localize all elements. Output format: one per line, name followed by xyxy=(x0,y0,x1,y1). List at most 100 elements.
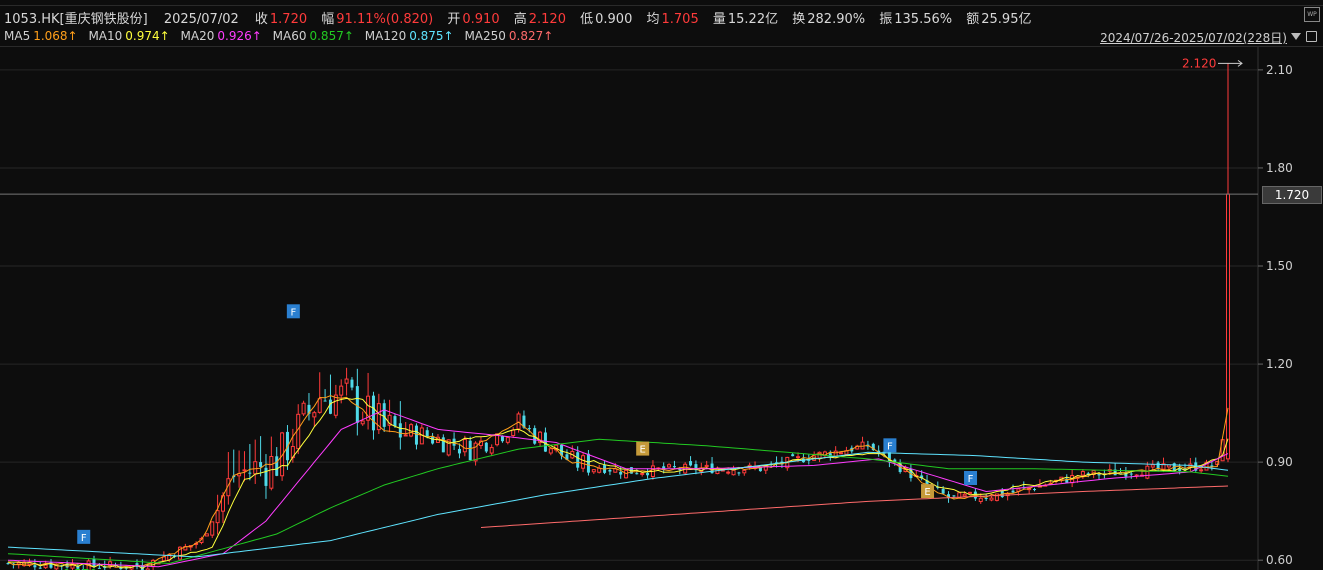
turnover-label: 换 xyxy=(792,12,806,27)
wp-icon[interactable]: WP xyxy=(1304,7,1320,22)
avg-label: 均 xyxy=(646,12,660,27)
candle-body xyxy=(33,565,37,568)
candle-body xyxy=(1033,489,1037,491)
candle-body xyxy=(505,437,510,443)
change-label: 幅 xyxy=(321,12,335,27)
candle-body xyxy=(984,498,988,500)
candle-body xyxy=(242,469,247,472)
candle-body xyxy=(791,454,795,457)
candle-body xyxy=(1178,468,1182,471)
candle-body xyxy=(576,452,580,468)
ma120-value: 0.875↑ xyxy=(409,29,454,43)
candle-body xyxy=(215,510,220,524)
candle-body xyxy=(414,425,418,445)
candle-body xyxy=(640,472,645,475)
candle-body xyxy=(489,447,494,454)
candle-body xyxy=(1156,462,1160,469)
amount-label: 额 xyxy=(966,12,980,27)
event-marker-label: E xyxy=(640,445,646,456)
candle-body xyxy=(989,497,994,501)
candle-body xyxy=(608,469,612,472)
candle-body xyxy=(301,402,306,415)
candle-body xyxy=(457,448,461,454)
candle-body xyxy=(543,432,547,452)
candlestick-chart[interactable]: 2.101.801.501.200.900.60 2.1200.570 FFEF… xyxy=(0,47,1323,570)
grid-lines xyxy=(0,69,1258,561)
amplitude-value: 135.56% xyxy=(894,12,953,27)
ma250-value: 0.827↑ xyxy=(508,29,554,43)
candle-body xyxy=(978,497,983,502)
candle-body xyxy=(962,493,967,497)
symbol-name[interactable]: 1053.HK[重庆钢铁股份] xyxy=(4,12,148,27)
y-tick-label: 0.60 xyxy=(1266,553,1293,567)
ma250-line xyxy=(480,485,1229,528)
candle-body xyxy=(398,423,402,438)
y-tick-label: 1.80 xyxy=(1266,161,1293,175)
ma20-value: 0.926↑ xyxy=(217,29,262,43)
candle-body xyxy=(43,564,48,569)
candle-body xyxy=(253,461,258,475)
annotations-layer: 2.1200.570 xyxy=(63,56,1243,570)
turnover-value: 282.90% xyxy=(807,12,866,27)
lock-icon[interactable] xyxy=(1306,31,1317,42)
candle-body xyxy=(941,488,945,494)
candle-body xyxy=(689,461,693,466)
candle-body xyxy=(742,469,747,474)
candle-body xyxy=(484,442,488,452)
candle-body xyxy=(1150,464,1155,468)
candle-body xyxy=(339,385,344,396)
candle-body xyxy=(97,567,101,569)
candle-body xyxy=(500,436,504,442)
ma250-label[interactable]: MA250 xyxy=(464,29,505,43)
candle-body xyxy=(1011,490,1015,493)
candle-body xyxy=(619,471,623,475)
candle-body xyxy=(737,472,741,474)
candle-body xyxy=(527,428,531,430)
volume-label: 量 xyxy=(712,12,726,27)
close-label: 收 xyxy=(254,12,268,27)
candle-body xyxy=(1080,471,1085,476)
ma5-label[interactable]: MA5 xyxy=(4,29,30,43)
candle-body xyxy=(425,430,429,437)
candle-body xyxy=(839,452,844,455)
candle-body xyxy=(468,440,472,461)
candle-body xyxy=(350,379,354,388)
volume-value: 15.22亿 xyxy=(727,12,779,27)
current-price-tag: 1.720 xyxy=(1262,186,1322,204)
dropdown-triangle-icon[interactable] xyxy=(1291,33,1301,40)
ma-legend: MA5 1.068↑ MA10 0.974↑ MA20 0.926↑ MA60 0.85… xyxy=(4,29,556,45)
candle-body xyxy=(323,400,327,402)
candle-body xyxy=(635,473,639,475)
high-price-annotation: 2.120 xyxy=(1182,56,1216,70)
y-tick-label: 1.20 xyxy=(1266,357,1293,371)
low-value: 0.900 xyxy=(595,12,633,27)
open-label: 开 xyxy=(447,12,461,27)
candle-body xyxy=(312,412,317,418)
change-value: 91.11%(0.820) xyxy=(336,12,434,27)
candle-body xyxy=(860,441,865,450)
date-range-selector[interactable]: 2024/07/26-2025/07/02(228日) xyxy=(1100,29,1287,46)
candle-body xyxy=(382,403,386,427)
ma20-label[interactable]: MA20 xyxy=(181,29,215,43)
candle-body xyxy=(360,420,365,425)
candle-body xyxy=(952,495,956,497)
candle-body xyxy=(511,429,516,437)
candle-body xyxy=(259,462,263,467)
toolbar-strip xyxy=(0,0,1323,6)
event-marker-label: E xyxy=(924,487,930,498)
candle-body xyxy=(646,472,650,476)
amplitude-label: 振 xyxy=(879,12,893,27)
candle-body xyxy=(269,455,274,489)
y-tick-label: 0.90 xyxy=(1266,455,1293,469)
ma120-label[interactable]: MA120 xyxy=(365,29,406,43)
candle-body xyxy=(581,455,586,469)
ma5-value: 1.068↑ xyxy=(33,29,78,43)
candle-body xyxy=(731,469,736,476)
candle-body xyxy=(328,399,332,414)
candles-layer xyxy=(6,63,1230,570)
ma10-label[interactable]: MA10 xyxy=(88,29,122,43)
ma60-label[interactable]: MA60 xyxy=(273,29,307,43)
event-marker-label: F xyxy=(887,441,893,452)
candle-body xyxy=(92,558,96,567)
candle-body xyxy=(1129,473,1133,475)
